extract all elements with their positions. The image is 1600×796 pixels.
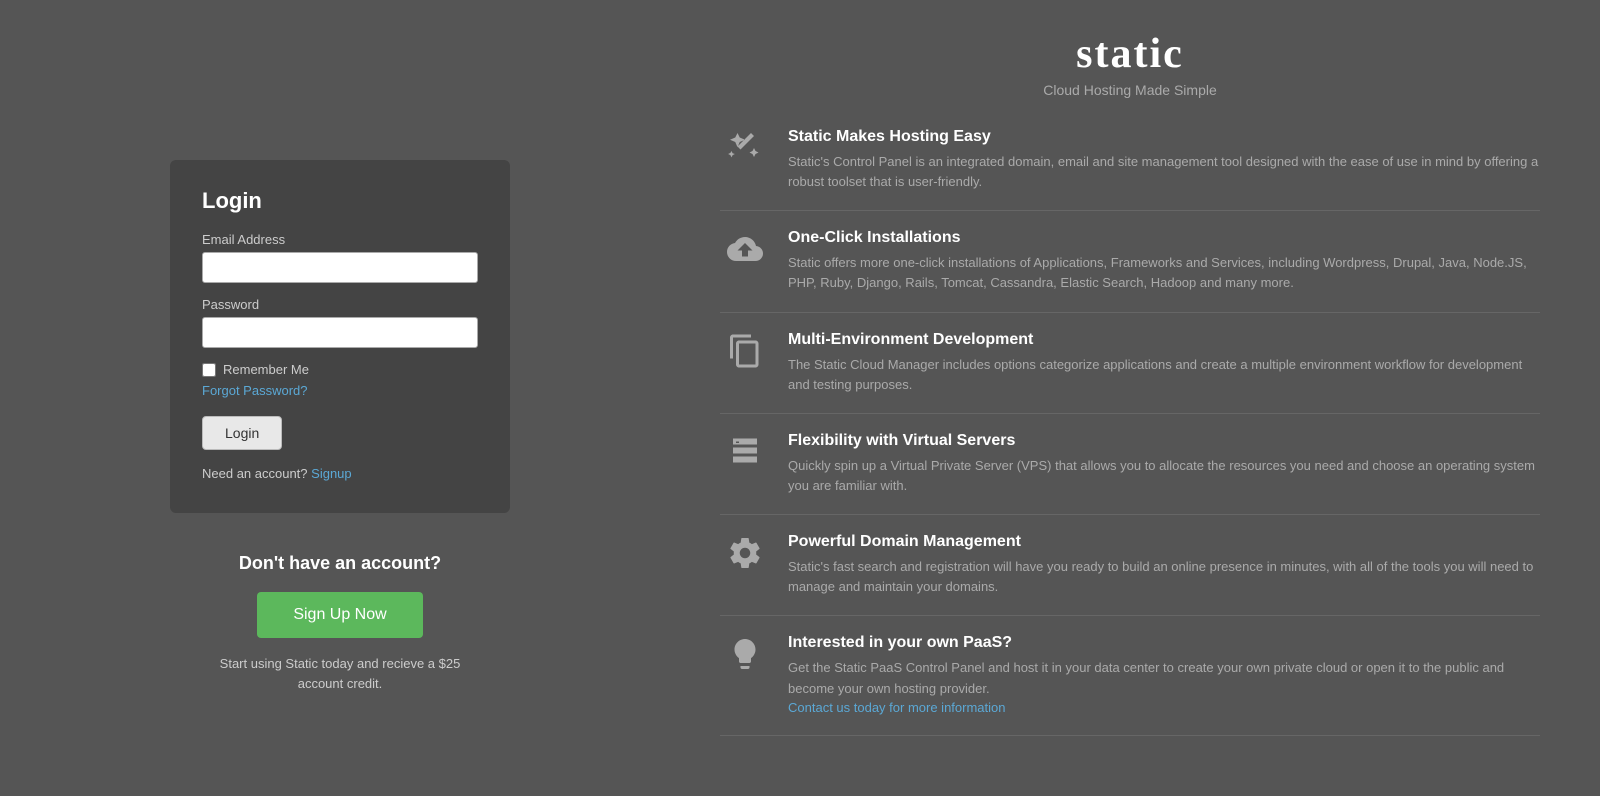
feature-vps: Flexibility with Virtual Servers Quickly… [720,414,1540,515]
left-panel: Login Email Address Password Remember Me… [0,0,680,796]
signup-heading: Don't have an account? [170,553,510,574]
feature-oneclick-content: One-Click Installations Static offers mo… [788,229,1540,293]
feature-paas-desc: Get the Static PaaS Control Panel and ho… [788,658,1540,698]
feature-easy: Static Makes Hosting Easy Static's Contr… [720,128,1540,211]
right-panel: static Cloud Hosting Made Simple Static … [680,0,1600,796]
cloud-upload-icon [720,231,770,267]
email-group: Email Address [202,232,478,283]
feature-domain: Powerful Domain Management Static's fast… [720,515,1540,616]
paas-contact-link[interactable]: Contact us today for more information [788,700,1006,715]
feature-domain-content: Powerful Domain Management Static's fast… [788,533,1540,597]
login-box: Login Email Address Password Remember Me… [170,160,510,513]
brand-tagline: Cloud Hosting Made Simple [720,82,1540,98]
feature-paas-content: Interested in your own PaaS? Get the Sta… [788,634,1540,716]
remember-label: Remember Me [223,362,309,377]
password-input[interactable] [202,317,478,348]
password-group: Password [202,297,478,348]
remember-checkbox[interactable] [202,363,216,377]
bulb-icon [720,636,770,672]
feature-paas: Interested in your own PaaS? Get the Sta… [720,616,1540,735]
feature-easy-desc: Static's Control Panel is an integrated … [788,152,1540,192]
feature-paas-title: Interested in your own PaaS? [788,634,1540,652]
login-title: Login [202,188,478,214]
feature-easy-title: Static Makes Hosting Easy [788,128,1540,146]
feature-oneclick: One-Click Installations Static offers mo… [720,211,1540,312]
signup-button[interactable]: Sign Up Now [257,592,422,638]
feature-multienv-desc: The Static Cloud Manager includes option… [788,355,1540,395]
feature-vps-content: Flexibility with Virtual Servers Quickly… [788,432,1540,496]
feature-vps-desc: Quickly spin up a Virtual Private Server… [788,456,1540,496]
files-icon [720,333,770,369]
email-label: Email Address [202,232,478,247]
gear-icon [720,535,770,571]
feature-multienv: Multi-Environment Development The Static… [720,313,1540,414]
feature-easy-content: Static Makes Hosting Easy Static's Contr… [788,128,1540,192]
feature-multienv-content: Multi-Environment Development The Static… [788,331,1540,395]
signup-section: Don't have an account? Sign Up Now Start… [170,553,510,693]
feature-domain-desc: Static's fast search and registration wi… [788,557,1540,597]
signup-credit: Start using Static today and recieve a $… [170,654,510,693]
forgot-password-link[interactable]: Forgot Password? [202,383,478,398]
feature-oneclick-title: One-Click Installations [788,229,1540,247]
feature-oneclick-desc: Static offers more one-click installatio… [788,253,1540,293]
feature-vps-title: Flexibility with Virtual Servers [788,432,1540,450]
email-input[interactable] [202,252,478,283]
feature-multienv-title: Multi-Environment Development [788,331,1540,349]
remember-row: Remember Me [202,362,478,377]
feature-list: Static Makes Hosting Easy Static's Contr… [720,128,1540,736]
signup-link[interactable]: Signup [311,466,351,481]
server-icon [720,434,770,470]
brand-header: static Cloud Hosting Made Simple [720,30,1540,98]
need-account-text: Need an account? Signup [202,466,478,481]
wand-icon [720,130,770,166]
password-label: Password [202,297,478,312]
feature-domain-title: Powerful Domain Management [788,533,1540,551]
brand-name: static [720,30,1540,78]
login-button[interactable]: Login [202,416,282,450]
